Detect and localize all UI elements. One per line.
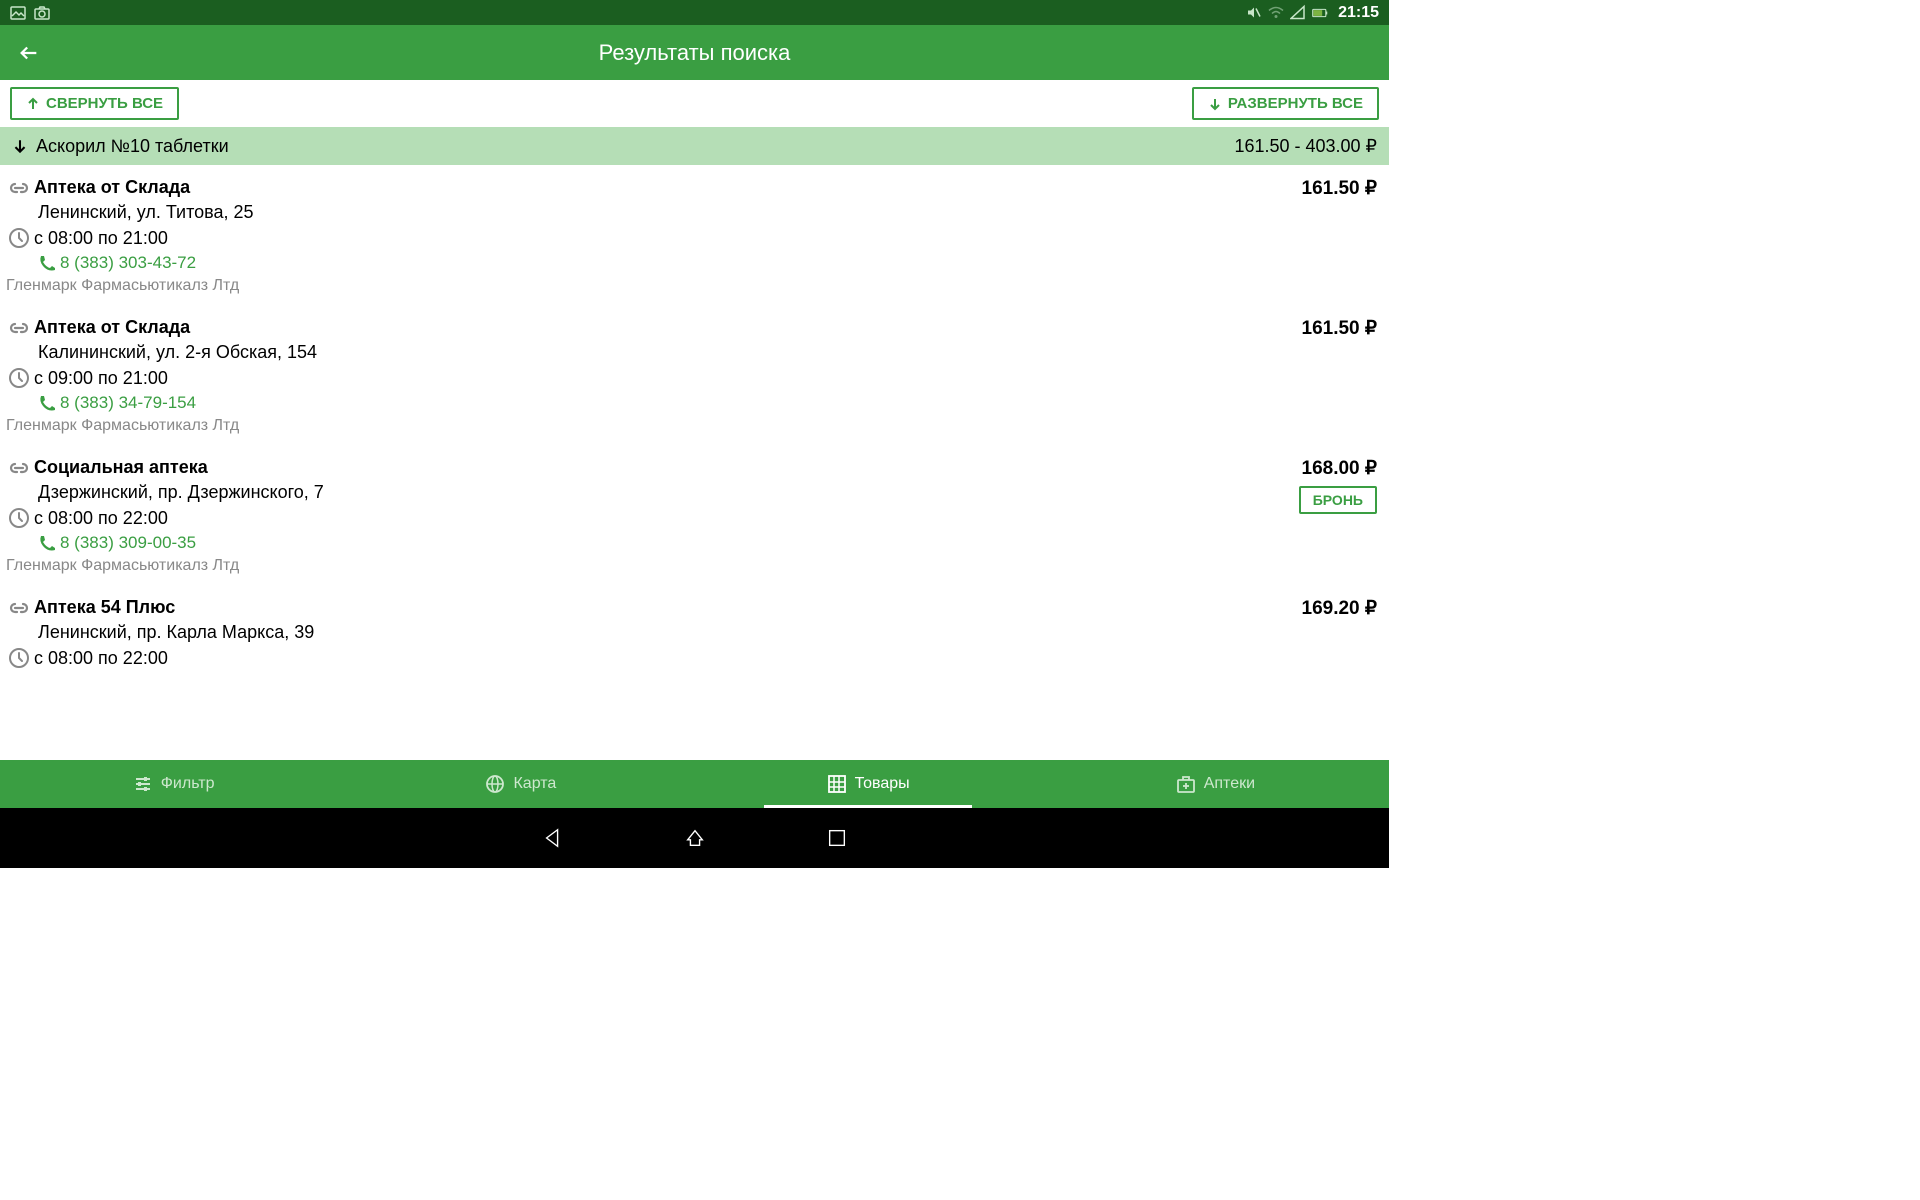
signal-icon	[1290, 5, 1306, 21]
status-time: 21:15	[1338, 4, 1379, 22]
collapse-all-button[interactable]: СВЕРНУТЬ ВСЕ	[10, 87, 179, 120]
expand-all-button[interactable]: РАЗВЕРНУТЬ ВСЕ	[1192, 87, 1379, 120]
price: 169.20 ₽	[1302, 598, 1377, 619]
phone-icon	[38, 394, 60, 412]
collapse-label: СВЕРНУТЬ ВСЕ	[46, 95, 163, 112]
collapse-icon	[12, 138, 28, 154]
pharmacy-address: Ленинский, ул. Титова, 25	[38, 202, 254, 223]
tab-map[interactable]: Карта	[347, 760, 694, 808]
phone-icon	[38, 534, 60, 552]
tab-pharmacies[interactable]: Аптеки	[1042, 760, 1389, 808]
arrow-down-icon	[1208, 97, 1222, 111]
image-icon	[10, 5, 26, 21]
tab-goods-label: Товары	[855, 775, 910, 793]
expand-label: РАЗВЕРНУТЬ ВСЕ	[1228, 95, 1363, 112]
battery-icon	[1312, 5, 1328, 21]
link-icon	[6, 461, 34, 475]
medkit-icon	[1176, 774, 1196, 794]
pharmacy-hours: с 08:00 по 22:00	[34, 648, 168, 669]
link-icon	[6, 321, 34, 335]
pharmacy-hours: с 09:00 по 21:00	[34, 368, 168, 389]
wifi-icon	[1268, 5, 1284, 21]
filter-icon	[133, 774, 153, 794]
volume-mute-icon	[1246, 5, 1262, 21]
pharmacy-name: Социальная аптека	[34, 457, 208, 478]
reserve-button[interactable]: БРОНЬ	[1299, 486, 1377, 514]
tab-filter[interactable]: Фильтр	[0, 760, 347, 808]
nav-home-button[interactable]	[684, 827, 706, 849]
bottom-tabs: Фильтр Карта Товары Аптеки	[0, 760, 1389, 808]
pharmacy-hours: с 08:00 по 21:00	[34, 228, 168, 249]
clock-icon	[6, 227, 34, 249]
phone-row[interactable]: 8 (383) 303-43-72	[6, 253, 1302, 273]
pharmacy-hours: с 08:00 по 22:00	[34, 508, 168, 529]
result-item[interactable]: Аптека от Склада Калининский, ул. 2-я Об…	[0, 305, 1389, 445]
globe-icon	[485, 774, 505, 794]
nav-recent-button[interactable]	[826, 827, 848, 849]
phone-row[interactable]: 8 (383) 309-00-35	[6, 533, 1299, 553]
page-title: Результаты поиска	[599, 40, 791, 66]
camera-icon	[34, 5, 50, 21]
product-price-range: 161.50 - 403.00 ₽	[1234, 136, 1377, 157]
manufacturer: Гленмарк Фармасьютикалз Лтд	[6, 417, 1302, 435]
link-icon	[6, 181, 34, 195]
price: 168.00 ₽	[1302, 458, 1377, 479]
clock-icon	[6, 367, 34, 389]
phone-icon	[38, 254, 60, 272]
result-item[interactable]: Аптека от Склада Ленинский, ул. Титова, …	[0, 165, 1389, 305]
grid-icon	[827, 774, 847, 794]
link-icon	[6, 601, 34, 615]
price: 161.50 ₽	[1302, 178, 1377, 199]
tab-pharmacies-label: Аптеки	[1204, 775, 1255, 793]
android-nav-bar	[0, 808, 1389, 868]
clock-icon	[6, 647, 34, 669]
tab-filter-label: Фильтр	[161, 775, 215, 793]
product-group-header[interactable]: Аскорил №10 таблетки 161.50 - 403.00 ₽	[0, 127, 1389, 165]
back-button[interactable]	[0, 42, 58, 64]
pharmacy-phone: 8 (383) 34-79-154	[60, 393, 196, 413]
pharmacy-phone: 8 (383) 309-00-35	[60, 533, 196, 553]
tab-map-label: Карта	[513, 775, 556, 793]
controls-row: СВЕРНУТЬ ВСЕ РАЗВЕРНУТЬ ВСЕ	[0, 80, 1389, 127]
nav-back-button[interactable]	[542, 827, 564, 849]
result-item[interactable]: Аптека 54 Плюс Ленинский, пр. Карла Марк…	[0, 585, 1389, 683]
product-name: Аскорил №10 таблетки	[36, 136, 229, 157]
result-item[interactable]: Социальная аптека Дзержинский, пр. Дзерж…	[0, 445, 1389, 585]
pharmacy-address: Дзержинский, пр. Дзержинского, 7	[38, 482, 324, 503]
pharmacy-address: Калининский, ул. 2-я Обская, 154	[38, 342, 317, 363]
arrow-up-icon	[26, 97, 40, 111]
price: 161.50 ₽	[1302, 318, 1377, 339]
app-bar: Результаты поиска	[0, 25, 1389, 80]
phone-row[interactable]: 8 (383) 34-79-154	[6, 393, 1302, 413]
pharmacy-name: Аптека 54 Плюс	[34, 597, 175, 618]
tab-goods[interactable]: Товары	[695, 760, 1042, 808]
status-bar: 21:15	[0, 0, 1389, 25]
pharmacy-address: Ленинский, пр. Карла Маркса, 39	[38, 622, 314, 643]
manufacturer: Гленмарк Фармасьютикалз Лтд	[6, 557, 1299, 575]
pharmacy-phone: 8 (383) 303-43-72	[60, 253, 196, 273]
pharmacy-name: Аптека от Склада	[34, 317, 190, 338]
clock-icon	[6, 507, 34, 529]
manufacturer: Гленмарк Фармасьютикалз Лтд	[6, 277, 1302, 295]
pharmacy-name: Аптека от Склада	[34, 177, 190, 198]
results-list[interactable]: Аптека от Склада Ленинский, ул. Титова, …	[0, 165, 1389, 760]
